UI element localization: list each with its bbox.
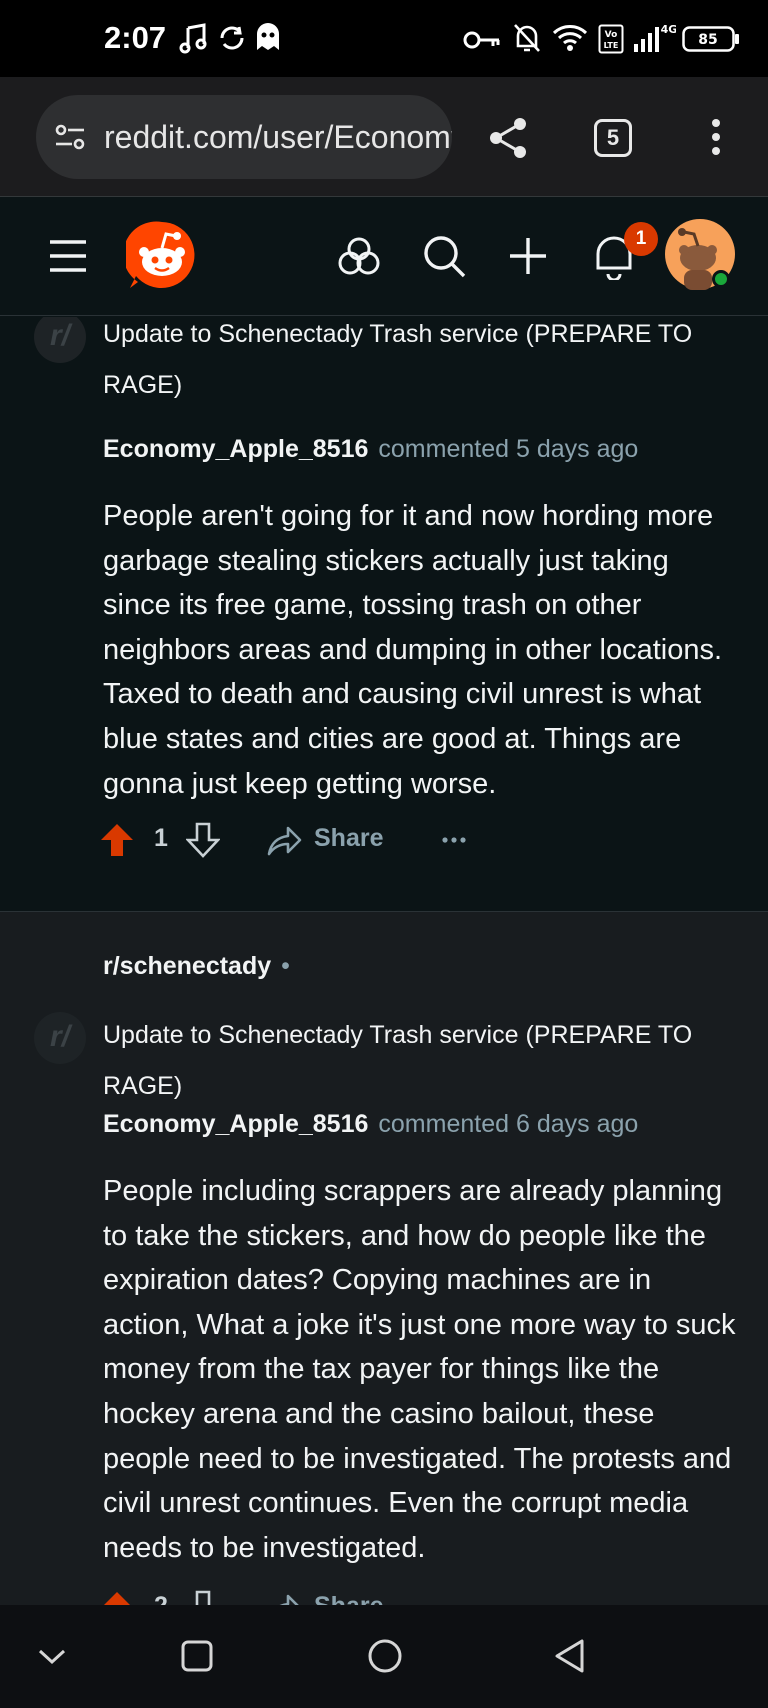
svg-text:85: 85	[698, 32, 717, 48]
sync-icon	[220, 26, 244, 50]
system-nav-bar	[0, 1605, 768, 1708]
author-name[interactable]: Economy_Apple_8516	[103, 435, 368, 463]
menu-icon[interactable]	[48, 238, 88, 274]
status-time: 2:07	[104, 20, 167, 55]
comment-time: commented 5 days ago	[378, 435, 639, 463]
notification-badge: 1	[624, 222, 658, 256]
post-title[interactable]: Update to Schenectady Trash service (PRE…	[103, 317, 723, 411]
music-note-icon	[179, 23, 207, 54]
site-info-icon[interactable]	[54, 121, 86, 153]
more-vertical-icon[interactable]	[706, 117, 726, 157]
post-title[interactable]: Update to Schenectady Trash service (PRE…	[103, 1010, 723, 1112]
subreddit-avatar[interactable]: r/	[34, 317, 86, 363]
battery-icon: 85	[682, 26, 739, 52]
url-text[interactable]: reddit.com/user/Economy_Apple_8516	[104, 119, 452, 156]
comment-card[interactable]: r/ Update to Schenectady Trash service (…	[0, 317, 768, 911]
subreddit-name[interactable]: r/schenectady •	[103, 952, 290, 981]
svg-text:Vo: Vo	[605, 30, 618, 40]
share-arrow-icon[interactable]	[266, 1590, 302, 1605]
comment-body[interactable]: People aren't going for it and now hordi…	[103, 494, 743, 806]
recents-square-icon[interactable]	[180, 1639, 214, 1673]
svg-text:LTE: LTE	[604, 41, 619, 50]
comment-meta: Economy_Apple_8516 commented 5 days ago	[103, 435, 638, 464]
vpn-key-icon	[463, 31, 500, 49]
volte-icon: Vo LTE	[598, 24, 624, 54]
vote-count: 1	[154, 824, 168, 852]
tabs-icon[interactable]: 5	[594, 119, 632, 157]
downvote-icon[interactable]	[186, 822, 220, 858]
share-button[interactable]: Share	[314, 824, 383, 853]
create-post-icon[interactable]	[508, 236, 548, 276]
signal-icon: 4G	[634, 23, 676, 52]
comment-meta: Economy_Apple_8516 commented 6 days ago	[103, 1110, 638, 1139]
share-icon[interactable]	[486, 115, 530, 161]
ghost-icon	[257, 23, 279, 50]
mute-bell-icon	[514, 24, 540, 52]
upvote-icon[interactable]	[100, 1590, 134, 1605]
wifi-icon	[552, 25, 588, 51]
author-name[interactable]: Economy_Apple_8516	[103, 1110, 368, 1138]
reddit-logo-icon[interactable]	[126, 220, 198, 292]
comment-feed: r/ Update to Schenectady Trash service (…	[0, 317, 768, 1605]
comment-time: commented 6 days ago	[378, 1110, 639, 1138]
upvote-icon[interactable]	[100, 822, 134, 858]
collapse-chevron-icon[interactable]	[36, 1645, 68, 1667]
comment-body[interactable]: People including scrappers are already p…	[103, 1169, 743, 1570]
share-arrow-icon[interactable]	[266, 822, 302, 858]
address-bar[interactable]: reddit.com/user/Economy_Apple_8516	[36, 95, 452, 179]
comment-card[interactable]: r/schenectady • r/ Update to Schenectady …	[0, 912, 768, 1605]
online-status-dot	[712, 270, 730, 288]
search-icon[interactable]	[422, 234, 466, 278]
reddit-header	[0, 198, 768, 316]
home-circle-icon[interactable]	[366, 1637, 404, 1675]
back-triangle-icon[interactable]	[552, 1637, 588, 1675]
more-options-icon[interactable]	[442, 836, 466, 844]
share-button[interactable]: Share	[314, 1592, 383, 1605]
vote-count: 2	[154, 1592, 168, 1605]
downvote-icon[interactable]	[186, 1590, 220, 1605]
communities-icon[interactable]	[338, 236, 380, 276]
svg-text:4G: 4G	[661, 23, 676, 36]
status-bar: 2:07 Vo LTE 4G 85	[0, 0, 768, 77]
browser-toolbar: reddit.com/user/Economy_Apple_8516 5	[0, 77, 768, 197]
subreddit-avatar[interactable]: r/	[34, 1012, 86, 1064]
